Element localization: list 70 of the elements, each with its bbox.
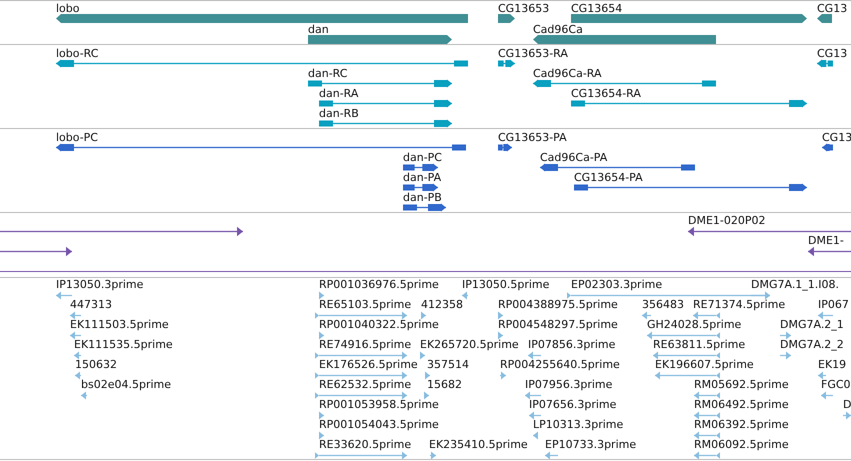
feature-label: dan bbox=[308, 23, 329, 36]
feature-label: RP004388975.5prime bbox=[498, 298, 618, 311]
feature-label: DMG7A.2_2 bbox=[780, 338, 844, 351]
feature-label: 412358 bbox=[421, 298, 463, 311]
feature-label: DME1- bbox=[808, 234, 844, 247]
feature-label: CG13653-PA bbox=[498, 131, 567, 144]
feature-label: EP10733.3prime bbox=[545, 438, 636, 451]
feature-label: 447313 bbox=[70, 298, 112, 311]
feature-label: FGC0 bbox=[821, 378, 851, 391]
feature-label: EK111503.5prime bbox=[70, 318, 169, 331]
feature-label: 357514 bbox=[427, 358, 469, 371]
feature-label: RE63811.5prime bbox=[653, 338, 746, 351]
feature-label: lobo-PC bbox=[56, 131, 98, 144]
feature-label: EK235410.5prime bbox=[429, 438, 528, 451]
feature-label: Cad96Ca bbox=[533, 23, 583, 36]
feature-label: GH24028.5prime bbox=[647, 318, 742, 331]
feature-label: Cad96Ca-PA bbox=[540, 151, 608, 164]
feature-label: CG13654 bbox=[571, 2, 622, 15]
feature-label: bs02e04.5prime bbox=[81, 378, 172, 391]
feature-label: RE71374.5prime bbox=[693, 298, 786, 311]
feature-label: 150632 bbox=[75, 358, 117, 371]
feature-label: LP10313.3prime bbox=[533, 418, 624, 431]
feature-label: CG13654-PA bbox=[574, 171, 643, 184]
feature-label: CG13 bbox=[822, 131, 851, 144]
feature-label: dan-RC bbox=[308, 67, 348, 80]
feature-label: dan-PA bbox=[403, 171, 442, 184]
feature-label: CG13654-RA bbox=[571, 87, 641, 100]
feature-label: EP02303.3prime bbox=[571, 278, 662, 291]
feature-label: dan-PC bbox=[403, 151, 442, 164]
feature-label: RP001054043.5prime bbox=[319, 418, 439, 431]
feature-label: RE74916.5prime bbox=[319, 338, 412, 351]
feature-label: RP001040322.5prime bbox=[319, 318, 439, 331]
feature-label: IP13050.3prime bbox=[56, 278, 144, 291]
feature-label: RE65103.5prime bbox=[319, 298, 412, 311]
feature-label: IP13050.5prime bbox=[462, 278, 550, 291]
feature-label: CG13 bbox=[817, 2, 848, 15]
feature-label: Cad96Ca-RA bbox=[533, 67, 602, 80]
feature-label: dan-PB bbox=[403, 191, 442, 204]
feature-label: EK196607.5prime bbox=[655, 358, 754, 371]
feature-label: CG13653 bbox=[498, 2, 550, 15]
feature-label: DME1-020P02 bbox=[688, 214, 766, 227]
feature-label: EK265720.5prime bbox=[420, 338, 519, 351]
feature-label: RP004255640.5prime bbox=[500, 358, 620, 371]
feature-label: IP07856.3prime bbox=[528, 338, 616, 351]
feature-label: RP004548297.5prime bbox=[498, 318, 618, 331]
feature-label: IP07656.3prime bbox=[529, 398, 616, 411]
feature-label: IP067 bbox=[818, 298, 849, 311]
feature-label: RE33620.5prime bbox=[319, 438, 412, 451]
feature-label: RM05692.5prime bbox=[694, 378, 789, 391]
feature-label: dan-RA bbox=[319, 87, 358, 100]
feature-label: EK176526.5prime bbox=[319, 358, 418, 371]
feature-label: lobo-RC bbox=[56, 47, 98, 60]
feature-label: RE62532.5prime bbox=[319, 378, 412, 391]
feature-label: RM06392.5prime bbox=[694, 418, 789, 431]
feature-label: CG13 bbox=[817, 47, 848, 60]
feature-label: lobo bbox=[56, 2, 80, 15]
feature-label: EK19 bbox=[818, 358, 846, 371]
feature-label: RP001053958.5prime bbox=[319, 398, 439, 411]
feature-label: DMG7A.1_1.I08. bbox=[751, 278, 840, 291]
feature-label: dan-RB bbox=[319, 107, 359, 120]
feature-label: RM06092.5prime bbox=[694, 438, 789, 451]
feature-label: 356483 bbox=[642, 298, 684, 311]
feature-label: DMG7A.2_1 bbox=[780, 318, 844, 331]
feature-label: RP001036976.5prime bbox=[319, 278, 439, 291]
feature-label: EK111535.5prime bbox=[74, 338, 173, 351]
feature-label: D bbox=[843, 398, 851, 411]
feature-label: 15682 bbox=[427, 378, 462, 391]
feature-label: CG13653-RA bbox=[498, 47, 568, 60]
feature-label: RM06492.5prime bbox=[694, 398, 789, 411]
feature-label: IP07956.3prime bbox=[525, 378, 612, 391]
